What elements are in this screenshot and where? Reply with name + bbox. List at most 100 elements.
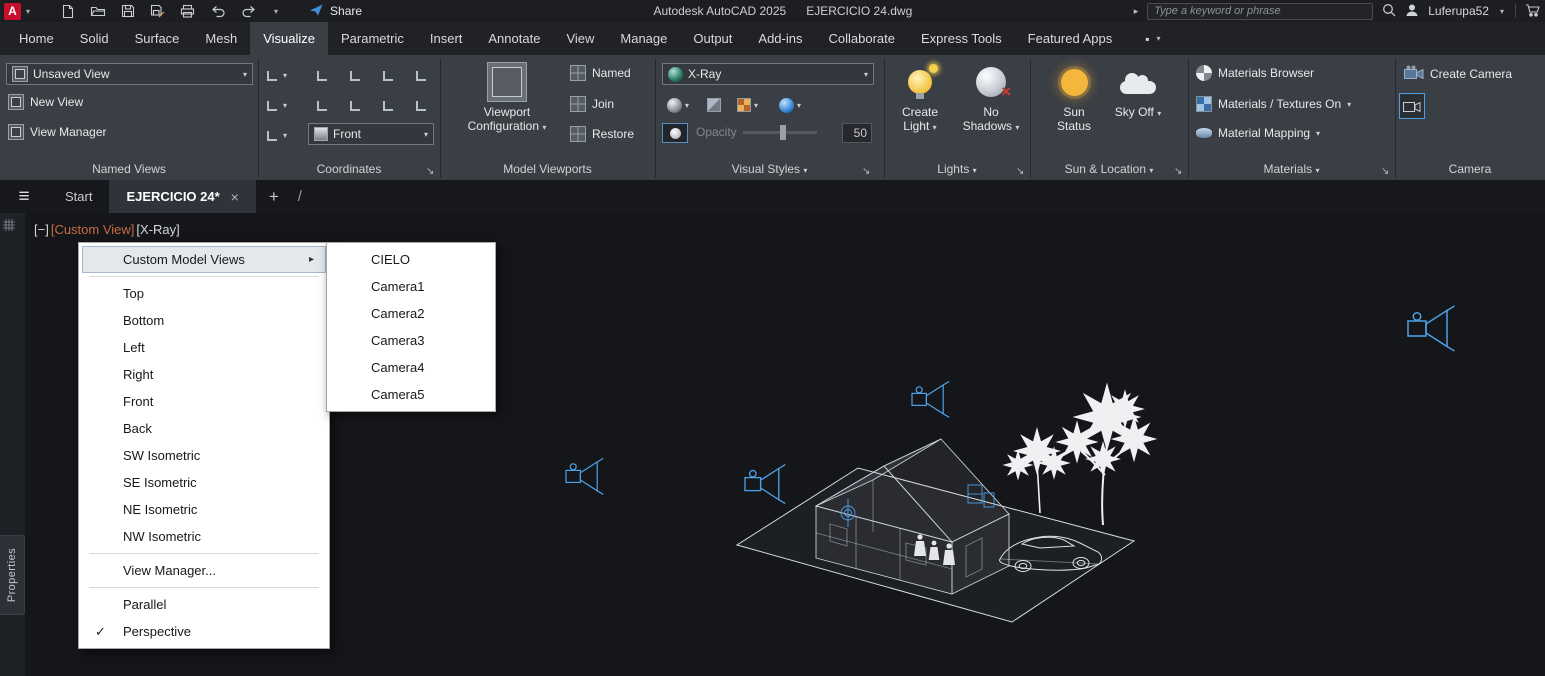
store-cart-icon[interactable]: [1525, 3, 1540, 20]
tab-collaborate[interactable]: Collaborate: [815, 22, 908, 55]
submenu-item-camera5[interactable]: Camera5: [327, 381, 495, 408]
viewport-view-control[interactable]: [Custom View]: [50, 222, 136, 237]
ucs-named-button[interactable]: [411, 63, 432, 87]
coordinates-dialog-launcher-icon[interactable]: ↘: [426, 166, 434, 177]
menu-item-right[interactable]: Right: [79, 361, 329, 388]
viewport-configuration-button[interactable]: Viewport Configuration ▾: [452, 59, 562, 135]
user-avatar-icon[interactable]: [1405, 3, 1419, 20]
tab-visualize[interactable]: Visualize: [250, 22, 329, 55]
materials-textures-on-button[interactable]: Materials / Textures On ▾: [1196, 96, 1351, 112]
model-space-canvas[interactable]: Properties [−] [Custom View] [X-Ray] Cus…: [0, 213, 1545, 676]
submenu-item-camera4[interactable]: Camera4: [327, 354, 495, 381]
tab-active-document[interactable]: EJERCICIO 24* ×: [109, 180, 256, 213]
menu-item-back[interactable]: Back: [79, 415, 329, 442]
front-view-combo[interactable]: Front ▾: [308, 123, 434, 145]
submenu-item-camera1[interactable]: Camera1: [327, 273, 495, 300]
opacity-value[interactable]: 50: [842, 123, 872, 143]
menu-item-top[interactable]: Top: [79, 280, 329, 307]
ucs-tool-button-1[interactable]: ▾: [262, 63, 290, 87]
tab-featured-apps[interactable]: Featured Apps: [1015, 22, 1126, 55]
opacity-slider-handle[interactable]: [779, 124, 786, 140]
qat-customize-icon[interactable]: ▾: [272, 7, 280, 16]
ucs-tool-button-2[interactable]: ▾: [262, 93, 290, 117]
tab-insert[interactable]: Insert: [417, 22, 476, 55]
ucs-z-axis-button[interactable]: [345, 63, 366, 87]
menu-item-se-isometric[interactable]: SE Isometric: [79, 469, 329, 496]
sun-location-dialog-launcher-icon[interactable]: ↘: [1174, 166, 1182, 177]
menu-item-front[interactable]: Front: [79, 388, 329, 415]
username[interactable]: Luferupa52: [1428, 4, 1489, 18]
menu-item-bottom[interactable]: Bottom: [79, 307, 329, 334]
opacity-toggle-button[interactable]: [662, 123, 688, 143]
panel-title-lights[interactable]: Lights ▾: [884, 158, 1030, 180]
tree-large[interactable]: [1055, 382, 1158, 526]
viewport-visual-style-control[interactable]: [X-Ray]: [135, 222, 180, 237]
tab-express-tools[interactable]: Express Tools: [908, 22, 1015, 55]
plot-icon[interactable]: [180, 4, 195, 18]
tab-output[interactable]: Output: [680, 22, 745, 55]
tab-parametric[interactable]: Parametric: [328, 22, 417, 55]
create-camera-button[interactable]: Create Camera: [1404, 65, 1512, 83]
new-file-icon[interactable]: [61, 4, 75, 19]
tab-annotate[interactable]: Annotate: [475, 22, 553, 55]
ucs-tool-button-3[interactable]: ▾: [262, 123, 290, 147]
new-drawing-button[interactable]: +: [256, 180, 292, 213]
materials-dialog-launcher-icon[interactable]: ↘: [1381, 166, 1389, 177]
join-viewports-button[interactable]: Join: [570, 96, 614, 112]
app-menu-button[interactable]: A: [4, 2, 21, 20]
tab-manage[interactable]: Manage: [607, 22, 680, 55]
tab-surface[interactable]: Surface: [122, 22, 193, 55]
sun-status-button[interactable]: Sun Status: [1042, 59, 1106, 133]
ribbon-display-options-button[interactable]: ▪ ▾: [1137, 22, 1170, 55]
menu-item-nw-isometric[interactable]: NW Isometric: [79, 523, 329, 550]
ucs-face-button[interactable]: [411, 93, 432, 117]
close-tab-icon[interactable]: ×: [231, 189, 239, 205]
ucs-rotate-button[interactable]: [378, 93, 399, 117]
menu-item-parallel[interactable]: Parallel: [79, 591, 329, 618]
redo-icon[interactable]: [241, 4, 257, 18]
view-manager-button[interactable]: View Manager: [8, 124, 107, 140]
tab-start[interactable]: Start: [48, 180, 109, 213]
user-menu-caret-icon[interactable]: ▾: [1498, 7, 1506, 16]
visual-style-sphere-button[interactable]: ▾: [664, 93, 692, 117]
tab-home[interactable]: Home: [6, 22, 67, 55]
ucs-previous-button[interactable]: [378, 63, 399, 87]
menu-item-view-manager[interactable]: View Manager...: [79, 557, 329, 584]
camera-object-2[interactable]: [744, 463, 786, 505]
tab-mesh[interactable]: Mesh: [192, 22, 250, 55]
texture-style-button[interactable]: ▾: [734, 93, 761, 117]
menu-item-ne-isometric[interactable]: NE Isometric: [79, 496, 329, 523]
search-icon[interactable]: [1382, 3, 1396, 20]
sky-off-button[interactable]: Sky Off ▾: [1108, 59, 1168, 121]
tab-addins[interactable]: Add-ins: [745, 22, 815, 55]
panel-title-sun-location[interactable]: Sun & Location ▾: [1030, 158, 1188, 180]
save-as-icon[interactable]: [150, 4, 165, 18]
palette-grid-icon[interactable]: [3, 219, 15, 231]
material-mapping-button[interactable]: Material Mapping ▾: [1196, 126, 1320, 140]
submenu-item-cielo[interactable]: CIELO: [327, 246, 495, 273]
app-menu-caret-icon[interactable]: ▾: [24, 7, 32, 16]
view-combo[interactable]: Unsaved View ▾: [6, 63, 253, 85]
opacity-slider-track[interactable]: [742, 124, 817, 140]
camera-display-toggle-button[interactable]: [1399, 93, 1425, 119]
save-icon[interactable]: [121, 4, 135, 18]
menu-item-perspective[interactable]: ✓ Perspective: [79, 618, 329, 645]
tab-solid[interactable]: Solid: [67, 22, 122, 55]
no-shadows-button[interactable]: × No Shadows ▾: [958, 59, 1024, 135]
camera-object-roof[interactable]: [911, 380, 950, 418]
tab-view[interactable]: View: [553, 22, 607, 55]
submenu-item-camera3[interactable]: Camera3: [327, 327, 495, 354]
materials-browser-button[interactable]: Materials Browser: [1196, 65, 1314, 81]
share-button[interactable]: Share: [309, 3, 362, 20]
menu-item-sw-isometric[interactable]: SW Isometric: [79, 442, 329, 469]
camera-object-4[interactable]: [1407, 305, 1456, 352]
tree-small[interactable]: [1002, 427, 1071, 514]
ucs-3point-button[interactable]: [345, 93, 366, 117]
open-file-icon[interactable]: [90, 4, 106, 18]
visual-styles-dialog-launcher-icon[interactable]: ↘: [862, 166, 870, 177]
lights-dialog-launcher-icon[interactable]: ↘: [1016, 166, 1024, 177]
search-expand-icon[interactable]: ▸: [1134, 6, 1139, 17]
panel-title-visual-styles[interactable]: Visual Styles ▾: [655, 158, 884, 180]
panel-title-materials[interactable]: Materials ▾: [1188, 158, 1395, 180]
submenu-item-camera2[interactable]: Camera2: [327, 300, 495, 327]
